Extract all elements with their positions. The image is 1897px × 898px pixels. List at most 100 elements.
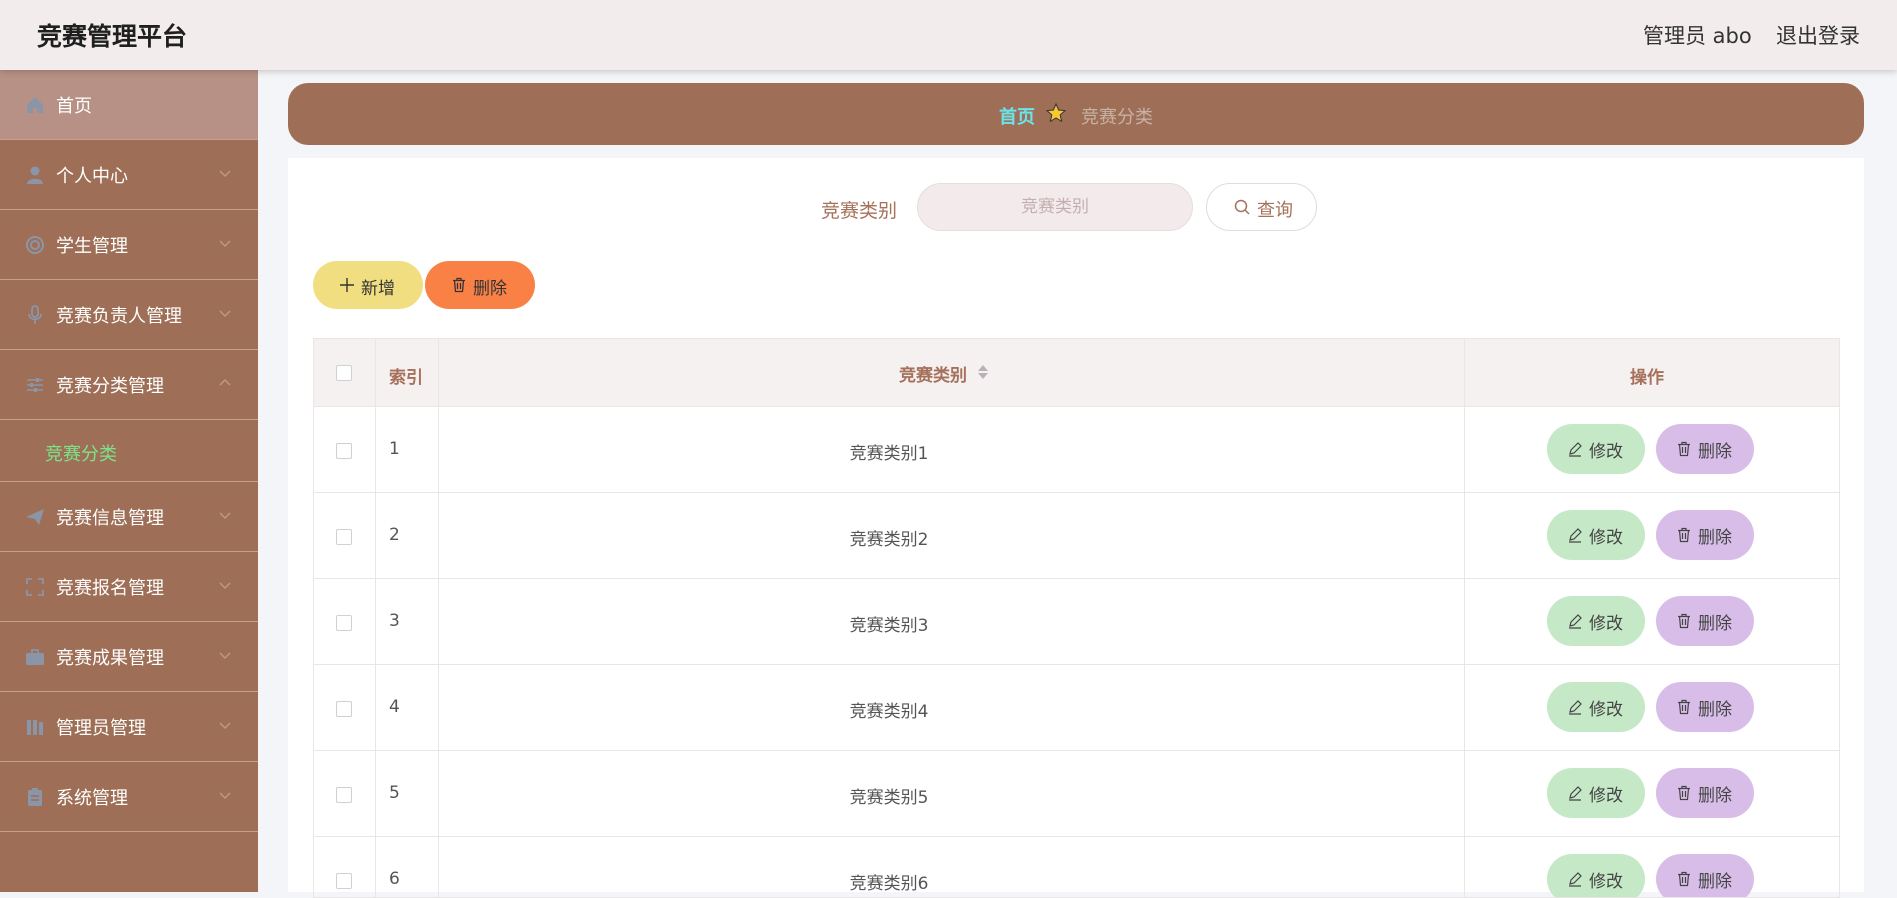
delete-button-label: 删除 <box>1698 700 1732 720</box>
sidebar-item-students[interactable]: 学生管理 <box>0 210 258 280</box>
row-category: 竞赛类别3 <box>849 616 929 636</box>
row-index: 4 <box>389 697 400 717</box>
row-category: 竞赛类别5 <box>849 788 929 808</box>
user-icon <box>27 166 43 184</box>
edit-button[interactable]: 修改 <box>1547 510 1645 560</box>
row-index: 3 <box>389 611 400 631</box>
batch-delete-button-label: 删除 <box>473 279 507 299</box>
search-input[interactable] <box>917 183 1193 231</box>
sidebar: 首页 个人中心 学生管理 竞赛负责人管理 竞赛分类管理 竞赛分类 竞赛信息管理 … <box>0 70 258 892</box>
row-checkbox[interactable] <box>336 701 352 717</box>
batch-delete-button[interactable]: 删除 <box>425 261 535 309</box>
sidebar-item-registration[interactable]: 竞赛报名管理 <box>0 552 258 622</box>
trash-icon <box>1678 699 1690 715</box>
admin-user-label: 管理员 abo <box>1643 24 1752 48</box>
sidebar-item-profile[interactable]: 个人中心 <box>0 140 258 210</box>
breadcrumb-home[interactable]: 首页 <box>999 103 1035 129</box>
delete-button[interactable]: 删除 <box>1656 682 1754 732</box>
edit-button[interactable]: 修改 <box>1547 768 1645 818</box>
table-header: 索引 竞赛类别 操作 <box>314 339 1839 407</box>
sort-icon[interactable] <box>977 363 989 381</box>
delete-button[interactable]: 删除 <box>1656 510 1754 560</box>
lifebuoy-icon <box>26 236 44 254</box>
add-button[interactable]: 新增 <box>313 261 423 309</box>
delete-button-label: 删除 <box>1698 442 1732 462</box>
delete-button[interactable]: 删除 <box>1656 424 1754 474</box>
edit-button-label: 修改 <box>1589 700 1623 720</box>
header-index: 索引 <box>389 368 423 388</box>
sidebar-item-label: 管理员管理 <box>56 718 146 739</box>
edit-button-label: 修改 <box>1589 614 1623 634</box>
microphone-icon <box>28 305 42 324</box>
delete-button-label: 删除 <box>1698 614 1732 634</box>
row-index: 6 <box>389 869 400 889</box>
briefcase-icon <box>26 649 44 665</box>
sidebar-item-label: 首页 <box>56 96 92 117</box>
sidebar-item-admins[interactable]: 管理员管理 <box>0 692 258 762</box>
header-category[interactable]: 竞赛类别 <box>899 361 967 386</box>
edit-button-label: 修改 <box>1589 872 1623 892</box>
sidebar-item-label: 竞赛分类管理 <box>56 376 164 397</box>
sidebar-item-label: 竞赛成果管理 <box>56 648 164 669</box>
sidebar-item-label: 个人中心 <box>56 166 128 187</box>
row-checkbox[interactable] <box>336 615 352 631</box>
pencil-icon <box>1569 700 1582 715</box>
sidebar-item-results[interactable]: 竞赛成果管理 <box>0 622 258 692</box>
home-icon <box>27 97 43 113</box>
delete-button-label: 删除 <box>1698 872 1732 892</box>
table-row: 1 竞赛类别1 修改 删除 <box>314 407 1839 493</box>
chevron-down-icon <box>219 582 231 590</box>
row-checkbox[interactable] <box>336 529 352 545</box>
sidebar-subitem-category[interactable]: 竞赛分类 <box>0 420 258 482</box>
pencil-icon <box>1569 442 1582 457</box>
table-row: 4 竞赛类别4 修改 删除 <box>314 665 1839 751</box>
books-icon <box>27 720 43 735</box>
row-category: 竞赛类别6 <box>849 874 929 894</box>
sidebar-item-label: 系统管理 <box>56 788 128 809</box>
edit-button[interactable]: 修改 <box>1547 424 1645 474</box>
sidebar-subitem-label: 竞赛分类 <box>45 444 117 465</box>
sidebar-item-category-mgmt[interactable]: 竞赛分类管理 <box>0 350 258 420</box>
edit-button[interactable]: 修改 <box>1547 682 1645 732</box>
header-operation: 操作 <box>1630 368 1664 388</box>
chevron-down-icon <box>219 240 231 248</box>
delete-button[interactable]: 删除 <box>1656 854 1754 897</box>
trash-icon <box>453 277 465 293</box>
row-index: 1 <box>389 439 400 459</box>
edit-button-label: 修改 <box>1589 442 1623 462</box>
top-bar: 竞赛管理平台 管理员 abo 退出登录 <box>0 0 1897 70</box>
select-all-checkbox[interactable] <box>336 365 352 381</box>
breadcrumb-current: 竞赛分类 <box>1081 107 1153 128</box>
row-checkbox[interactable] <box>336 873 352 889</box>
edit-button-label: 修改 <box>1589 786 1623 806</box>
edit-button[interactable]: 修改 <box>1547 854 1645 897</box>
pencil-icon <box>1569 528 1582 543</box>
star-icon <box>1045 102 1067 123</box>
trash-icon <box>1678 441 1690 457</box>
edit-button-label: 修改 <box>1589 528 1623 548</box>
sidebar-item-competition-info[interactable]: 竞赛信息管理 <box>0 482 258 552</box>
app-title: 竞赛管理平台 <box>37 22 188 51</box>
logout-link[interactable]: 退出登录 <box>1776 20 1860 50</box>
query-button[interactable]: 查询 <box>1206 183 1317 231</box>
paper-plane-icon <box>26 509 44 525</box>
delete-button[interactable]: 删除 <box>1656 596 1754 646</box>
trash-icon <box>1678 527 1690 543</box>
delete-button-label: 删除 <box>1698 786 1732 806</box>
row-checkbox[interactable] <box>336 787 352 803</box>
chevron-down-icon <box>219 512 231 520</box>
sidebar-item-home[interactable]: 首页 <box>0 70 258 140</box>
plus-icon <box>340 278 354 292</box>
fullscreen-icon <box>26 578 44 596</box>
chevron-down-icon <box>219 170 231 178</box>
sidebar-item-leaders[interactable]: 竞赛负责人管理 <box>0 280 258 350</box>
sliders-icon <box>27 378 43 392</box>
pencil-icon <box>1569 614 1582 629</box>
sidebar-item-label: 竞赛信息管理 <box>56 508 164 529</box>
edit-button[interactable]: 修改 <box>1547 596 1645 646</box>
table-row: 6 竞赛类别6 修改 删除 <box>314 837 1839 897</box>
chevron-up-icon <box>219 378 231 386</box>
row-checkbox[interactable] <box>336 443 352 459</box>
sidebar-item-system[interactable]: 系统管理 <box>0 762 258 832</box>
delete-button[interactable]: 删除 <box>1656 768 1754 818</box>
